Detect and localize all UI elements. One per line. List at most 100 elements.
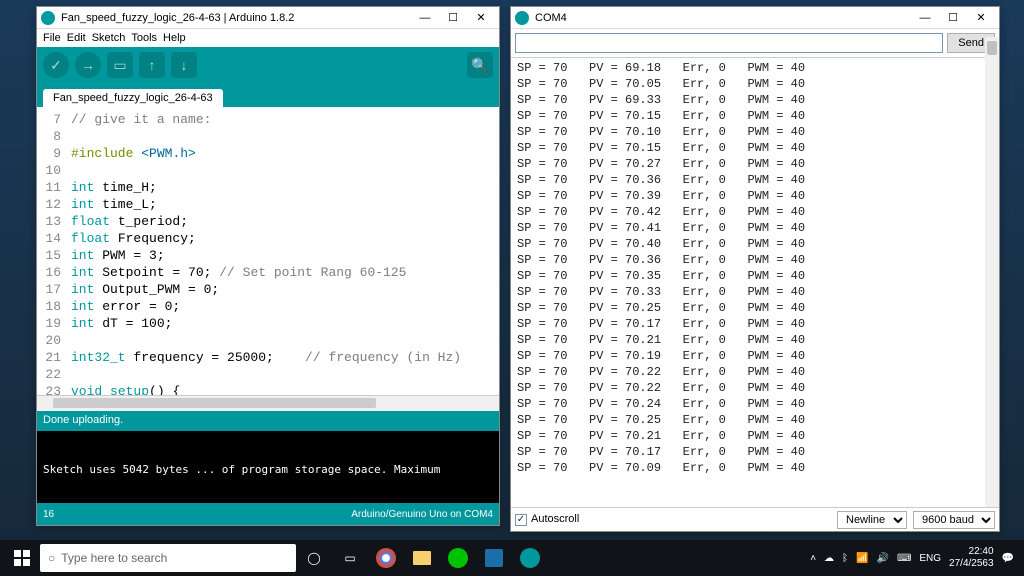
serial-output[interactable]: SP = 70 PV = 69.18 Err, 0 PWM = 40SP = 7… (511, 58, 999, 507)
serial-line: SP = 70 PV = 70.40 Err, 0 PWM = 40 (517, 236, 993, 252)
serial-line: SP = 70 PV = 70.39 Err, 0 PWM = 40 (517, 188, 993, 204)
code-line[interactable]: int error = 0; (71, 298, 495, 315)
file-explorer-icon[interactable] (404, 540, 440, 576)
keyboard-icon[interactable]: ⌨ (897, 553, 911, 564)
serial-line: SP = 70 PV = 70.25 Err, 0 PWM = 40 (517, 412, 993, 428)
serial-line: SP = 70 PV = 70.17 Err, 0 PWM = 40 (517, 316, 993, 332)
new-button[interactable]: ▭ (107, 52, 133, 78)
ide-title-bar[interactable]: Fan_speed_fuzzy_logic_26-4-63 | Arduino … (37, 7, 499, 29)
serial-line: SP = 70 PV = 70.36 Err, 0 PWM = 40 (517, 172, 993, 188)
cortana-icon[interactable]: ◯ (296, 540, 332, 576)
line-app-icon[interactable] (440, 540, 476, 576)
code-line[interactable]: int time_L; (71, 196, 495, 213)
serial-line: SP = 70 PV = 70.21 Err, 0 PWM = 40 (517, 332, 993, 348)
code-line[interactable]: void setup() { (71, 383, 495, 395)
code-line[interactable] (71, 128, 495, 145)
footer-cursor-pos: 16 (43, 509, 54, 520)
serial-line: SP = 70 PV = 70.22 Err, 0 PWM = 40 (517, 364, 993, 380)
minimize-button[interactable]: — (911, 8, 939, 28)
code-line[interactable] (71, 162, 495, 179)
wifi-icon[interactable]: 📶 (856, 553, 868, 564)
bluetooth-icon[interactable]: ᛒ (842, 553, 848, 564)
footer-board-port: Arduino/Genuino Uno on COM4 (351, 509, 493, 520)
code-line[interactable]: // give it a name: (71, 111, 495, 128)
onedrive-icon[interactable]: ☁ (824, 553, 834, 564)
search-placeholder: Type here to search (61, 551, 167, 565)
sketch-tab[interactable]: Fan_speed_fuzzy_logic_26-4-63 (43, 89, 223, 107)
serial-monitor-button[interactable]: 🔍 (467, 52, 493, 78)
serial-line: SP = 70 PV = 70.42 Err, 0 PWM = 40 (517, 204, 993, 220)
windows-logo-icon (14, 550, 30, 566)
menu-sketch[interactable]: Sketch (92, 32, 126, 44)
serial-line: SP = 70 PV = 70.09 Err, 0 PWM = 40 (517, 460, 993, 476)
line-number-gutter: 7891011121314151617181920212223 (37, 107, 67, 395)
ide-window-title: Fan_speed_fuzzy_logic_26-4-63 | Arduino … (61, 12, 411, 24)
maximize-button[interactable]: ☐ (439, 8, 467, 28)
code-line[interactable] (71, 332, 495, 349)
baud-rate-select[interactable]: 9600 baud (913, 511, 995, 529)
serial-line: SP = 70 PV = 70.24 Err, 0 PWM = 40 (517, 396, 993, 412)
serial-monitor-window: COM4 — ☐ ✕ Send SP = 70 PV = 69.18 Err, … (510, 6, 1000, 532)
save-button[interactable]: ↓ (171, 52, 197, 78)
line-ending-select[interactable]: Newline (837, 511, 907, 529)
code-line[interactable]: float t_period; (71, 213, 495, 230)
ide-console[interactable]: Sketch uses 5042 bytes ... of program st… (37, 431, 499, 503)
serial-input-row: Send (511, 29, 999, 58)
code-line[interactable] (71, 366, 495, 383)
menu-help[interactable]: Help (163, 32, 186, 44)
code-line[interactable]: int time_H; (71, 179, 495, 196)
minimize-button[interactable]: — (411, 8, 439, 28)
close-button[interactable]: ✕ (467, 8, 495, 28)
serial-line: SP = 70 PV = 70.15 Err, 0 PWM = 40 (517, 108, 993, 124)
serial-line: SP = 70 PV = 70.41 Err, 0 PWM = 40 (517, 220, 993, 236)
serial-line: SP = 70 PV = 70.35 Err, 0 PWM = 40 (517, 268, 993, 284)
serial-window-title: COM4 (535, 12, 911, 24)
ide-menu-bar: File Edit Sketch Tools Help (37, 29, 499, 47)
vertical-scrollbar[interactable] (985, 37, 999, 507)
arduino-taskbar-icon[interactable] (512, 540, 548, 576)
code-line[interactable]: int dT = 100; (71, 315, 495, 332)
serial-line: SP = 70 PV = 70.10 Err, 0 PWM = 40 (517, 124, 993, 140)
serial-line: SP = 70 PV = 70.19 Err, 0 PWM = 40 (517, 348, 993, 364)
code-line[interactable]: int32_t frequency = 25000; // frequency … (71, 349, 495, 366)
close-button[interactable]: ✕ (967, 8, 995, 28)
verify-button[interactable]: ✓ (43, 52, 69, 78)
serial-line: SP = 70 PV = 70.27 Err, 0 PWM = 40 (517, 156, 993, 172)
open-button[interactable]: ↑ (139, 52, 165, 78)
serial-line: SP = 70 PV = 70.36 Err, 0 PWM = 40 (517, 252, 993, 268)
scrollbar-thumb[interactable] (987, 41, 997, 55)
windows-taskbar: ○ Type here to search ◯ ▭ ˄ ☁ ᛒ 📶 🔊 ⌨ EN… (0, 540, 1024, 576)
app-icon[interactable] (476, 540, 512, 576)
code-line[interactable]: float Frequency; (71, 230, 495, 247)
autoscroll-checkbox[interactable]: ✓Autoscroll (515, 513, 579, 525)
menu-edit[interactable]: Edit (67, 32, 86, 44)
taskbar-clock[interactable]: 22:40 27/4/2563 (949, 546, 994, 570)
code-lines[interactable]: // give it a name: #include <PWM.h> int … (67, 107, 499, 395)
code-editor[interactable]: 7891011121314151617181920212223 // give … (37, 107, 499, 395)
arduino-logo-icon (41, 11, 55, 25)
code-line[interactable]: int PWM = 3; (71, 247, 495, 264)
upload-button[interactable]: → (75, 52, 101, 78)
taskbar-search-box[interactable]: ○ Type here to search (40, 544, 296, 572)
chrome-icon[interactable] (368, 540, 404, 576)
serial-line: SP = 70 PV = 70.21 Err, 0 PWM = 40 (517, 428, 993, 444)
serial-line: SP = 70 PV = 70.22 Err, 0 PWM = 40 (517, 380, 993, 396)
maximize-button[interactable]: ☐ (939, 8, 967, 28)
horizontal-scrollbar[interactable] (37, 395, 499, 411)
menu-tools[interactable]: Tools (131, 32, 157, 44)
notification-center-icon[interactable]: 💬 (1002, 553, 1014, 564)
volume-icon[interactable]: 🔊 (876, 553, 888, 564)
serial-title-bar[interactable]: COM4 — ☐ ✕ (511, 7, 999, 29)
ide-toolbar: ✓ → ▭ ↑ ↓ 🔍 (37, 47, 499, 83)
task-view-icon[interactable]: ▭ (332, 540, 368, 576)
language-indicator[interactable]: ENG (919, 553, 941, 564)
search-icon: ○ (48, 551, 55, 565)
ide-tab-bar: Fan_speed_fuzzy_logic_26-4-63 (37, 83, 499, 107)
tray-chevron-up-icon[interactable]: ˄ (810, 553, 816, 564)
code-line[interactable]: int Setpoint = 70; // Set point Rang 60-… (71, 264, 495, 281)
code-line[interactable]: #include <PWM.h> (71, 145, 495, 162)
serial-command-input[interactable] (515, 33, 943, 53)
start-button[interactable] (4, 540, 40, 576)
code-line[interactable]: int Output_PWM = 0; (71, 281, 495, 298)
menu-file[interactable]: File (43, 32, 61, 44)
